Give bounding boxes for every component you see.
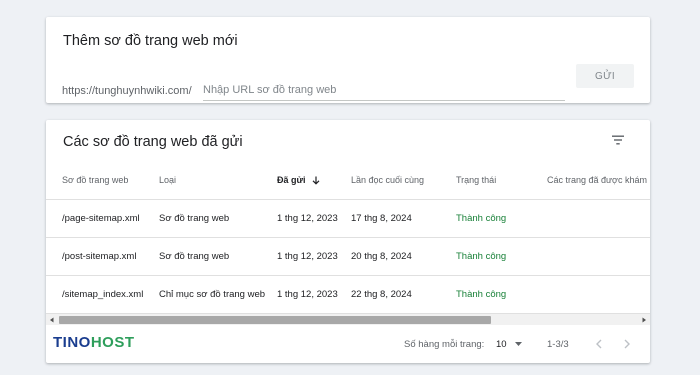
- add-sitemap-title: Thêm sơ đồ trang web mới: [63, 33, 238, 49]
- submit-button[interactable]: GỬI: [576, 64, 634, 88]
- cell-status: Thành công: [456, 274, 547, 312]
- arrow-down-icon: [312, 176, 319, 185]
- column-header-submitted[interactable]: Đã gửi: [277, 162, 351, 199]
- table-row[interactable]: /post-sitemap.xml Sơ đồ trang web 1 thg …: [46, 236, 650, 275]
- add-sitemap-card: Thêm sơ đồ trang web mới https://tunghuy…: [46, 17, 650, 103]
- table-row[interactable]: /page-sitemap.xml Sơ đồ trang web 1 thg …: [46, 198, 650, 237]
- table-footer: TINOHOST Số hàng mỗi trang: 10 1-3/3: [46, 325, 650, 363]
- pagination-range: 1-3/3: [547, 339, 569, 350]
- cell-submitted: 1 thg 12, 2023: [277, 274, 351, 312]
- logo-text-host: HOST: [90, 334, 135, 351]
- previous-page-icon[interactable]: [592, 336, 606, 352]
- dropdown-caret-icon[interactable]: [515, 342, 522, 346]
- cell-discovered-pages: [547, 236, 650, 275]
- next-page-icon[interactable]: [620, 336, 634, 352]
- cell-last-read: 20 thg 8, 2024: [351, 236, 456, 275]
- cell-sitemap: /post-sitemap.xml: [46, 236, 159, 275]
- cell-type: Sơ đồ trang web: [159, 198, 277, 237]
- cell-sitemap: /page-sitemap.xml: [46, 198, 159, 237]
- column-header-sitemap[interactable]: Sơ đồ trang web: [46, 162, 159, 199]
- table-row[interactable]: /sitemap_index.xml Chỉ mục sơ đồ trang w…: [46, 274, 650, 312]
- scrollbar-thumb[interactable]: [59, 316, 491, 324]
- rows-per-page-label: Số hàng mỗi trang:: [404, 339, 485, 350]
- rows-per-page-select[interactable]: 10: [496, 339, 507, 350]
- cell-status: Thành công: [456, 198, 547, 237]
- cell-discovered-pages: [547, 274, 650, 312]
- column-header-type[interactable]: Loại: [159, 162, 277, 199]
- cell-submitted: 1 thg 12, 2023: [277, 236, 351, 275]
- horizontal-scrollbar[interactable]: [46, 313, 650, 325]
- tinohost-logo: TINOHOST: [53, 334, 135, 351]
- cell-last-read: 17 thg 8, 2024: [351, 198, 456, 237]
- cell-discovered-pages: [547, 198, 650, 237]
- cell-type: Chỉ mục sơ đồ trang web: [159, 274, 277, 312]
- sitemap-url-input[interactable]: [203, 79, 565, 101]
- sitemaps-table: Sơ đồ trang web Loại Đã gửi Lần đọc cuối…: [46, 162, 650, 312]
- url-prefix: https://tunghuynhwiki.com/: [62, 85, 192, 97]
- cell-status: Thành công: [456, 236, 547, 275]
- cell-sitemap: /sitemap_index.xml: [46, 274, 159, 312]
- sitemaps-table-container: Sơ đồ trang web Loại Đã gửi Lần đọc cuối…: [46, 162, 650, 312]
- cell-type: Sơ đồ trang web: [159, 236, 277, 275]
- column-header-status[interactable]: Trạng thái: [456, 162, 547, 199]
- table-header-row: Sơ đồ trang web Loại Đã gửi Lần đọc cuối…: [46, 162, 650, 199]
- submitted-sitemaps-title: Các sơ đồ trang web đã gửi: [63, 134, 243, 150]
- column-header-submitted-label: Đã gửi: [277, 175, 306, 186]
- cell-submitted: 1 thg 12, 2023: [277, 198, 351, 237]
- filter-icon[interactable]: [610, 132, 626, 148]
- column-header-discovered-pages[interactable]: Các trang đã được khám p: [547, 162, 650, 199]
- logo-text-tino: TINO: [53, 334, 91, 351]
- submitted-sitemaps-card: Các sơ đồ trang web đã gửi Sơ đồ trang w…: [46, 120, 650, 363]
- column-header-last-read[interactable]: Lần đọc cuối cùng: [351, 162, 456, 199]
- cell-last-read: 22 thg 8, 2024: [351, 274, 456, 312]
